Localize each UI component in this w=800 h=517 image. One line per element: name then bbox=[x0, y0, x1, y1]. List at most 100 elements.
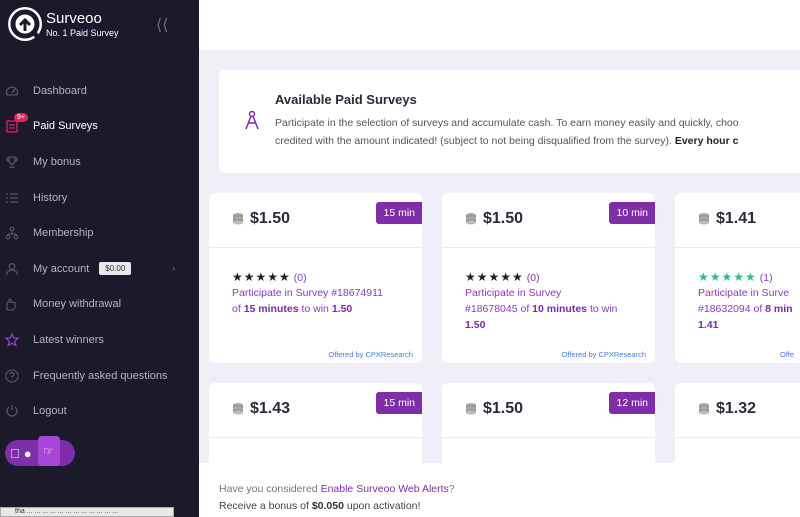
apple-icon:  bbox=[10, 446, 20, 461]
coins-icon bbox=[699, 213, 709, 225]
question-mark: ? bbox=[448, 483, 455, 495]
question-icon bbox=[5, 368, 19, 383]
survey-id: #18678045 bbox=[465, 303, 518, 315]
logout-icon bbox=[5, 404, 19, 418]
alerts-question-text: Have you considered bbox=[219, 483, 318, 495]
survey-title: Participate in Surve bbox=[698, 287, 790, 299]
sidebar-item-label: Paid Surveys bbox=[33, 120, 98, 133]
sidebar-item-my-bonus[interactable]: My bonus bbox=[0, 144, 199, 180]
survey-id: #18632094 bbox=[698, 303, 751, 315]
rating-stars-text: ★★★★★ bbox=[232, 270, 291, 284]
coins-icon bbox=[233, 403, 243, 415]
sidebar-item-label: Membership bbox=[33, 227, 94, 240]
phone-icon: ☞ bbox=[37, 436, 60, 466]
rating-stars-text: ★★★★★ bbox=[465, 270, 524, 284]
info-line-2: credited with the amount indicated! (sub… bbox=[275, 132, 800, 150]
survey-card[interactable]: $1.50 15 min ★★★★★ (0) Participate in Sur… bbox=[209, 193, 422, 363]
offered-by-link[interactable]: Offered by CPXResearch bbox=[329, 350, 414, 359]
survey-price: $1.50 bbox=[250, 210, 291, 227]
network-icon bbox=[5, 226, 19, 240]
bonus-suffix: upon activation! bbox=[346, 500, 421, 512]
page-title: Available Paid Surveys bbox=[275, 92, 417, 107]
collapse-sidebar-icon[interactable]: ⟨⟨ bbox=[156, 15, 168, 35]
sidebar-item-money-withdrawal[interactable]: Money withdrawal bbox=[0, 287, 199, 323]
survey-card[interactable]: $1.50 10 min ★★★★★ (0) Participate in Sur… bbox=[442, 193, 655, 363]
rating-stars: ★★★★★ (0) bbox=[465, 270, 655, 284]
offered-by-link[interactable]: Offered by CPXResearch bbox=[562, 350, 647, 359]
sidebar-item-membership[interactable]: Membership bbox=[0, 215, 199, 251]
rating-stars-text: ★★★★★ bbox=[698, 270, 757, 284]
user-icon bbox=[5, 262, 19, 276]
rating-stars: ★★★★★ (1) bbox=[698, 270, 800, 284]
survey-card[interactable]: $1.41 ★★★★★ (1) Participate in Surve #186… bbox=[675, 193, 800, 363]
sidebar-item-faq[interactable]: Frequently asked questions bbox=[0, 358, 199, 394]
info-line-2-bold: Every hour c bbox=[674, 135, 739, 147]
rating-count: (1) bbox=[759, 272, 773, 284]
surveys-info-panel: Available Paid Surveys Participate in th… bbox=[219, 70, 800, 173]
alerts-question: Have you considered Enable Surveoo Web A… bbox=[219, 481, 800, 498]
survey-price: $1.32 bbox=[716, 400, 757, 417]
web-alerts-banner: Have you considered Enable Surveoo Web A… bbox=[199, 463, 800, 517]
logo[interactable]: Surveoo No. 1 Paid Survey bbox=[8, 7, 119, 41]
survey-description[interactable]: Participate in Survey #18678045 of 10 mi… bbox=[465, 285, 650, 333]
rating-count: (0) bbox=[293, 272, 307, 284]
compass-icon bbox=[243, 110, 261, 137]
of-text: of bbox=[753, 303, 763, 315]
brand-name: Surveoo bbox=[46, 9, 102, 27]
survey-title: Participate in Survey bbox=[465, 287, 562, 299]
survey-minutes: 8 min bbox=[765, 303, 793, 315]
sidebar-item-history[interactable]: History bbox=[0, 180, 199, 216]
rating-stars: ★★★★★ (0) bbox=[232, 270, 422, 284]
of-text: of bbox=[232, 303, 241, 315]
sidebar-item-label: History bbox=[33, 191, 68, 204]
account-balance-badge: $0.00 bbox=[99, 262, 132, 276]
to-win-text: to win bbox=[301, 303, 329, 315]
duration-badge: 15 min bbox=[376, 392, 422, 414]
brand-tagline: No. 1 Paid Survey bbox=[46, 27, 119, 38]
sidebar-item-my-account[interactable]: My account $0.00 › bbox=[0, 251, 199, 287]
bonus-text: Receive a bonus of bbox=[219, 500, 309, 512]
sidebar-item-latest-winners[interactable]: Latest winners bbox=[0, 322, 199, 358]
survey-amount: 1.50 bbox=[465, 319, 486, 331]
hand-icon bbox=[5, 297, 19, 311]
survey-price: $1.43 bbox=[250, 400, 291, 417]
to-win-text: to win bbox=[589, 303, 618, 315]
survey-description[interactable]: Participate in Surve #18632094 of 8 min … bbox=[698, 285, 800, 333]
sidebar-nav: Dashboard 9+ Paid Surveys My bonus Histo… bbox=[0, 73, 199, 429]
sidebar: Surveoo No. 1 Paid Survey ⟨⟨ Dashboard 9… bbox=[0, 0, 199, 517]
survey-description[interactable]: Participate in Survey #18674911 of 15 mi… bbox=[232, 285, 417, 317]
android-icon: ● bbox=[24, 446, 32, 461]
alerts-bonus: Receive a bonus of $0.050 upon activatio… bbox=[219, 498, 800, 515]
survey-price: $1.50 bbox=[483, 400, 524, 417]
status-tooltip: tha ... ... ... ... ... ... ... ... ... … bbox=[0, 507, 174, 517]
info-line-1: Participate in the selection of surveys … bbox=[275, 117, 739, 129]
chevron-right-icon[interactable]: › bbox=[172, 263, 175, 274]
duration-badge: 12 min bbox=[609, 392, 655, 414]
survey-count-badge: 9+ bbox=[14, 113, 28, 123]
logo-icon bbox=[8, 7, 42, 41]
sidebar-item-label: My bonus bbox=[33, 155, 81, 168]
mobile-apps-badge[interactable]:  ● ☞ bbox=[5, 436, 75, 466]
of-text: of bbox=[520, 303, 530, 315]
sidebar-item-label: Latest winners bbox=[33, 333, 104, 346]
sidebar-item-label: Dashboard bbox=[33, 84, 87, 97]
star-icon bbox=[4, 332, 20, 347]
list-icon bbox=[5, 191, 19, 205]
sidebar-item-dashboard[interactable]: Dashboard bbox=[0, 73, 199, 109]
info-description: Participate in the selection of surveys … bbox=[275, 114, 800, 150]
sidebar-item-label: Frequently asked questions bbox=[33, 369, 168, 382]
survey-icon: 9+ bbox=[5, 113, 28, 134]
coins-icon bbox=[699, 403, 709, 415]
info-line-2-text: credited with the amount indicated! (sub… bbox=[275, 135, 672, 147]
survey-amount: 1.50 bbox=[331, 303, 353, 315]
offered-by-link[interactable]: Offe bbox=[780, 350, 794, 359]
survey-price: $1.41 bbox=[716, 210, 757, 227]
sidebar-item-logout[interactable]: Logout bbox=[0, 393, 199, 429]
sidebar-item-label: Logout bbox=[33, 405, 67, 418]
coins-icon bbox=[466, 403, 476, 415]
enable-web-alerts-link[interactable]: Enable Surveoo Web Alerts bbox=[321, 483, 449, 495]
survey-amount: 1.41 bbox=[698, 319, 719, 331]
rating-count: (0) bbox=[526, 272, 540, 284]
survey-price: $1.50 bbox=[483, 210, 524, 227]
sidebar-item-paid-surveys[interactable]: 9+ Paid Surveys bbox=[0, 109, 199, 145]
